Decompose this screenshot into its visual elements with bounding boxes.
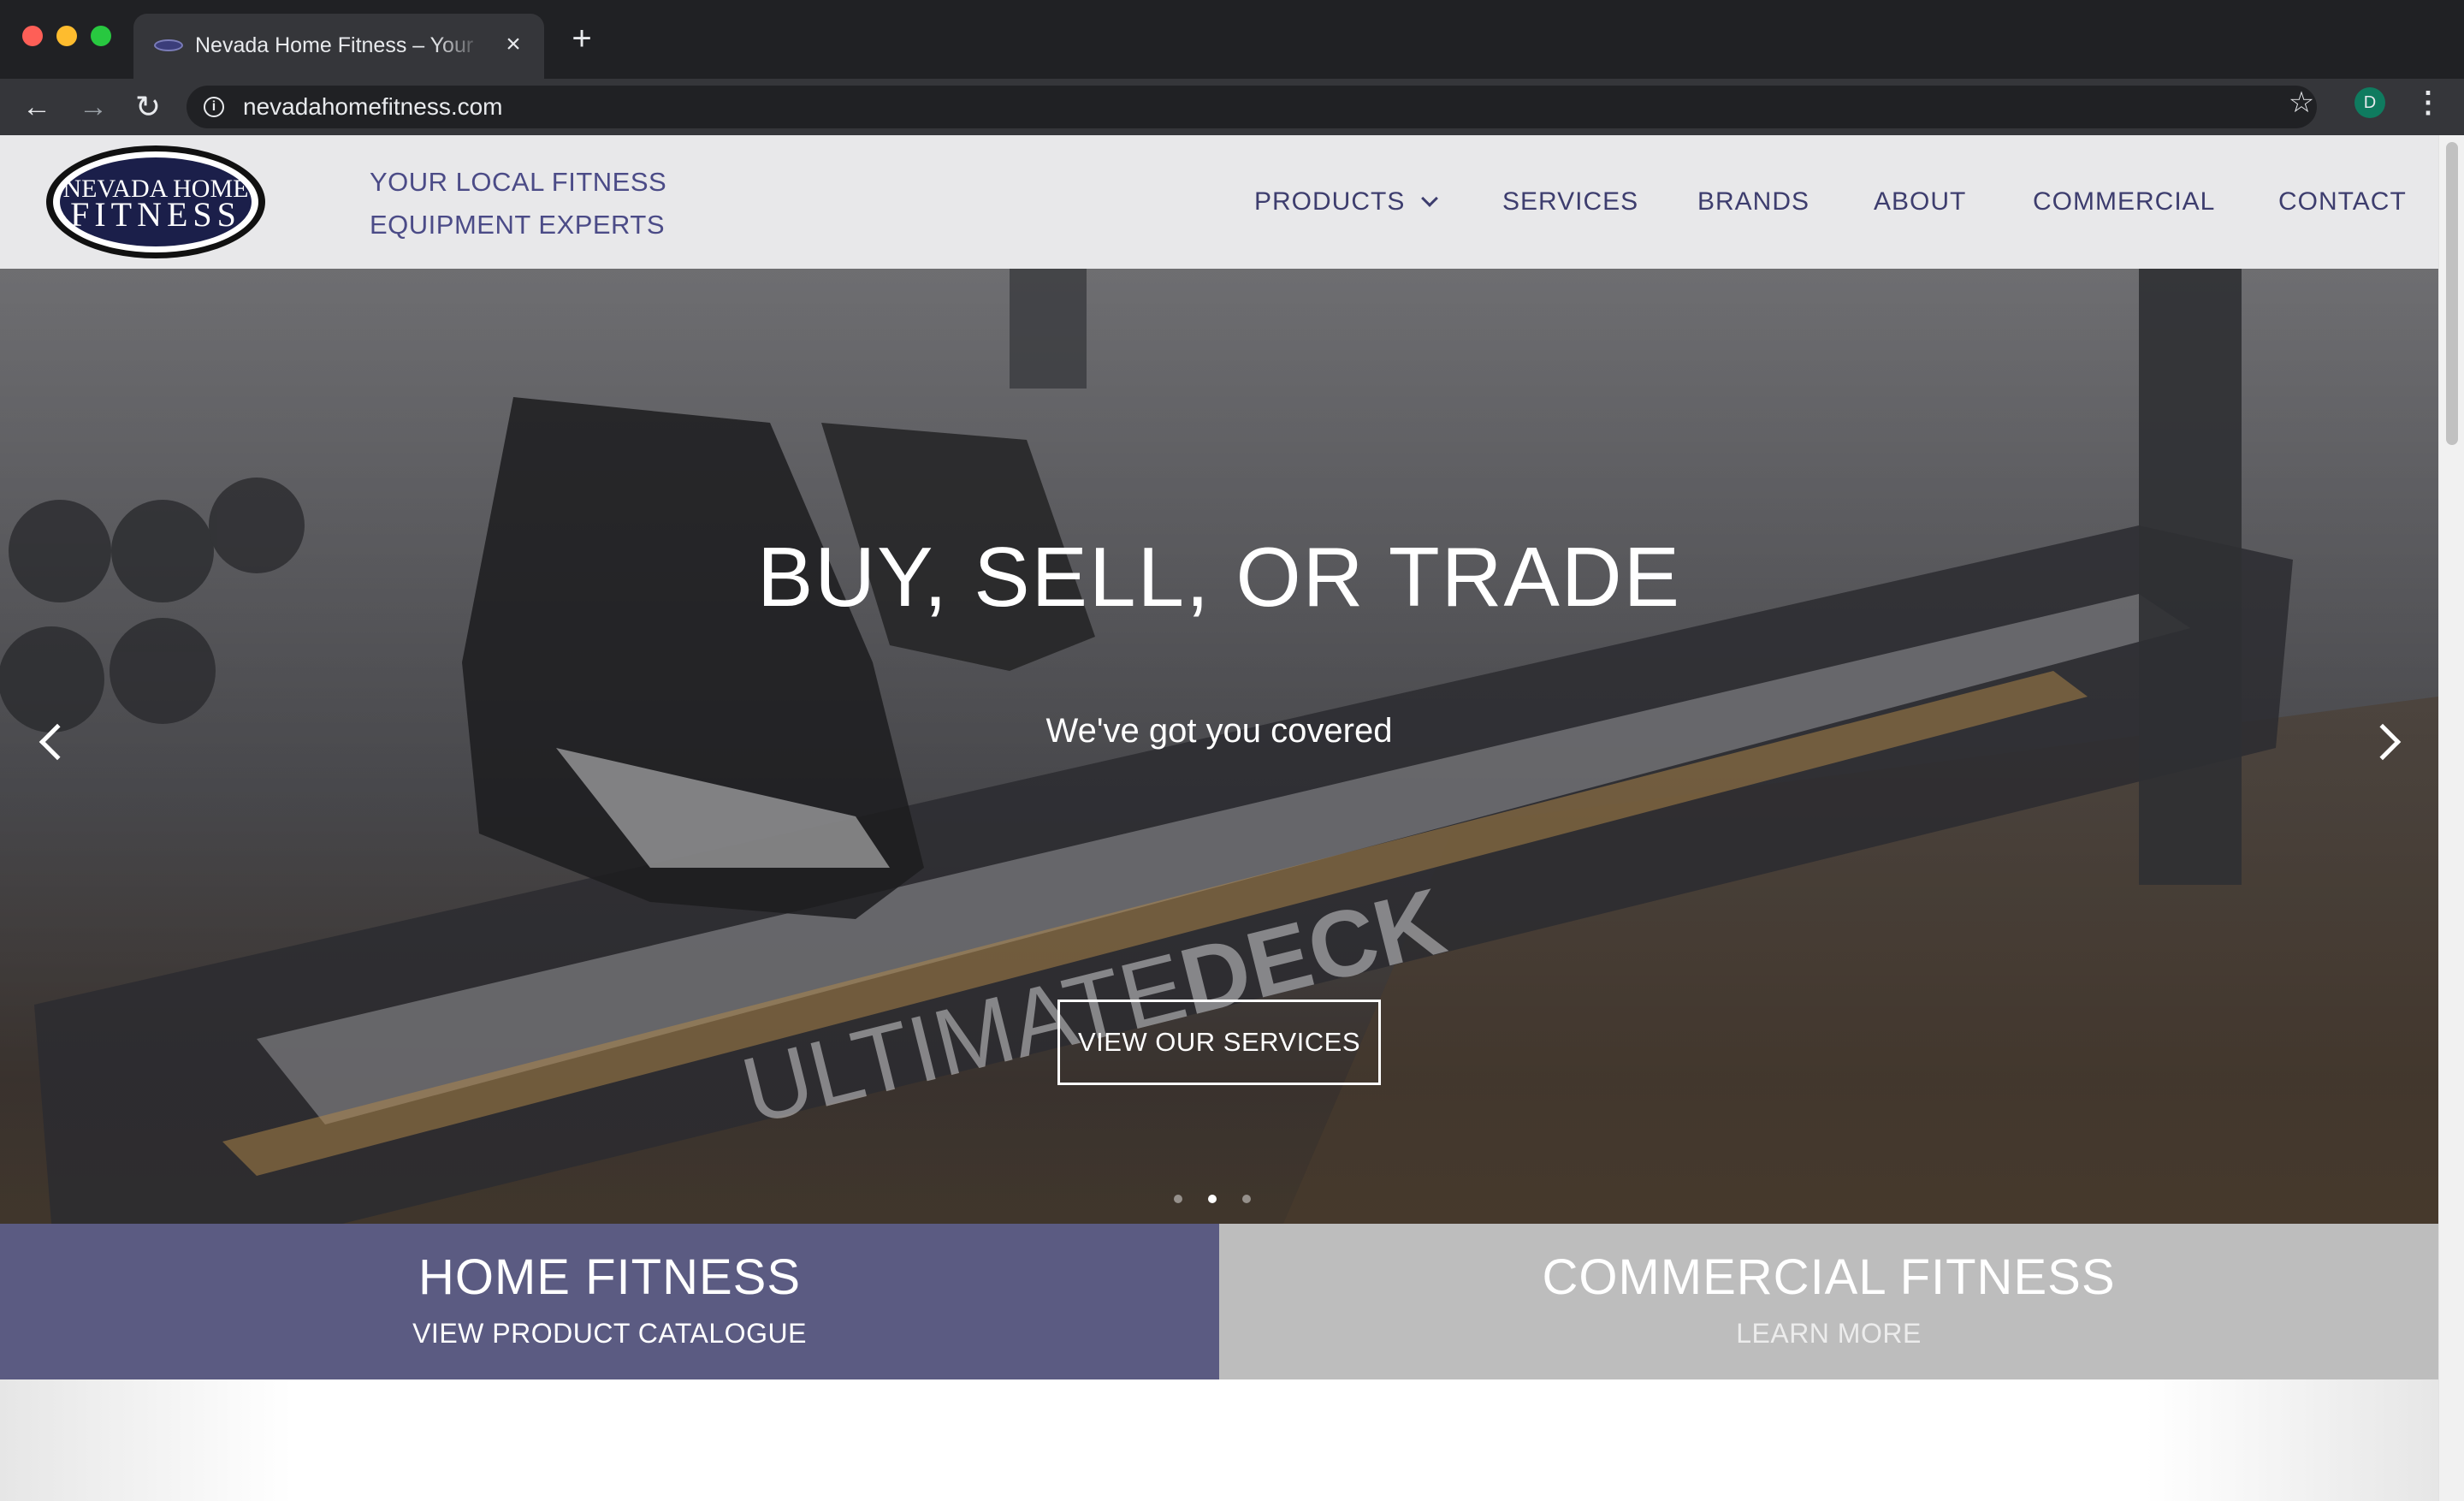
browser-toolbar: ← → ↻ i nevadahomefitness.com	[0, 79, 2464, 135]
minimize-window-button[interactable]	[56, 26, 77, 46]
logo-text-bottom: FITNESS	[70, 195, 241, 234]
bookmark-star-icon[interactable]: ☆	[2284, 86, 2319, 120]
site-header: NEVADA HOME FITNESS YOUR LOCAL FITNESS E…	[0, 135, 2438, 269]
scrollbar-thumb[interactable]	[2446, 142, 2458, 445]
tagline-line-2: EQUIPMENT EXPERTS	[370, 210, 665, 240]
site-logo[interactable]: NEVADA HOME FITNESS	[43, 142, 269, 262]
forward-button[interactable]: →	[74, 87, 113, 127]
page-scrollbar[interactable]	[2438, 135, 2464, 1501]
nav-about[interactable]: ABOUT	[1874, 185, 1966, 219]
commercial-fitness-panel[interactable]: COMMERCIAL FITNESS LEARN MORE	[1219, 1224, 2438, 1379]
view-services-button[interactable]: VIEW OUR SERVICES	[1057, 1000, 1381, 1085]
profile-avatar[interactable]: D	[2354, 87, 2385, 118]
slider-dot-1[interactable]	[1174, 1195, 1182, 1203]
chevron-down-icon	[1421, 190, 1439, 207]
commercial-fitness-title: COMMERCIAL FITNESS	[1542, 1249, 2116, 1305]
nav-brands[interactable]: BRANDS	[1697, 185, 1810, 219]
nav-contact[interactable]: CONTACT	[2278, 185, 2407, 219]
web-page: NEVADA HOME FITNESS YOUR LOCAL FITNESS E…	[0, 135, 2438, 1501]
browser-titlebar: Nevada Home Fitness – Your Local Fitness…	[0, 0, 2464, 79]
browser-menu-icon[interactable]: ⋮	[2413, 86, 2443, 120]
slider-dot-2[interactable]	[1208, 1195, 1217, 1203]
new-tab-button[interactable]: +	[565, 21, 599, 56]
browser-tab[interactable]: Nevada Home Fitness – Your Local Fitness…	[133, 14, 544, 79]
tagline-line-1: YOUR LOCAL FITNESS	[370, 167, 667, 197]
nav-products-label: PRODUCTS	[1254, 187, 1406, 216]
slider-dot-3[interactable]	[1242, 1195, 1251, 1203]
address-bar[interactable]: i nevadahomefitness.com	[187, 86, 2317, 128]
nav-products[interactable]: PRODUCTS	[1254, 185, 1439, 219]
site-tagline: YOUR LOCAL FITNESS EQUIPMENT EXPERTS	[370, 161, 712, 246]
hero-slider: ULTIMATEDECK BUY, SELL, OR TRADE We've g…	[0, 269, 2438, 1224]
view-product-catalogue-link[interactable]: VIEW PRODUCT CATALOGUE	[0, 1314, 1219, 1352]
hero-title: BUY, SELL, OR TRADE	[756, 530, 1682, 624]
reload-button[interactable]: ↻	[128, 87, 168, 127]
tab-title-fade	[433, 27, 484, 62]
url-text: nevadahomefitness.com	[243, 93, 503, 120]
page-section-below	[0, 1379, 2438, 1501]
slider-dots	[1174, 1193, 1268, 1207]
site-info-icon[interactable]: i	[204, 97, 224, 117]
hero-subtitle: We've got you covered	[1045, 712, 1393, 750]
learn-more-link[interactable]: LEARN MORE	[1219, 1314, 2438, 1352]
tab-close-icon[interactable]: ×	[496, 26, 530, 63]
nav-commercial[interactable]: COMMERCIAL	[2033, 185, 2215, 219]
home-fitness-title: HOME FITNESS	[418, 1249, 802, 1305]
maximize-window-button[interactable]	[91, 26, 111, 46]
nav-services[interactable]: SERVICES	[1502, 185, 1638, 219]
home-fitness-panel[interactable]: HOME FITNESS VIEW PRODUCT CATALOGUE	[0, 1224, 1219, 1379]
favicon-icon	[154, 39, 183, 51]
back-button[interactable]: ←	[17, 87, 56, 127]
close-window-button[interactable]	[22, 26, 43, 46]
